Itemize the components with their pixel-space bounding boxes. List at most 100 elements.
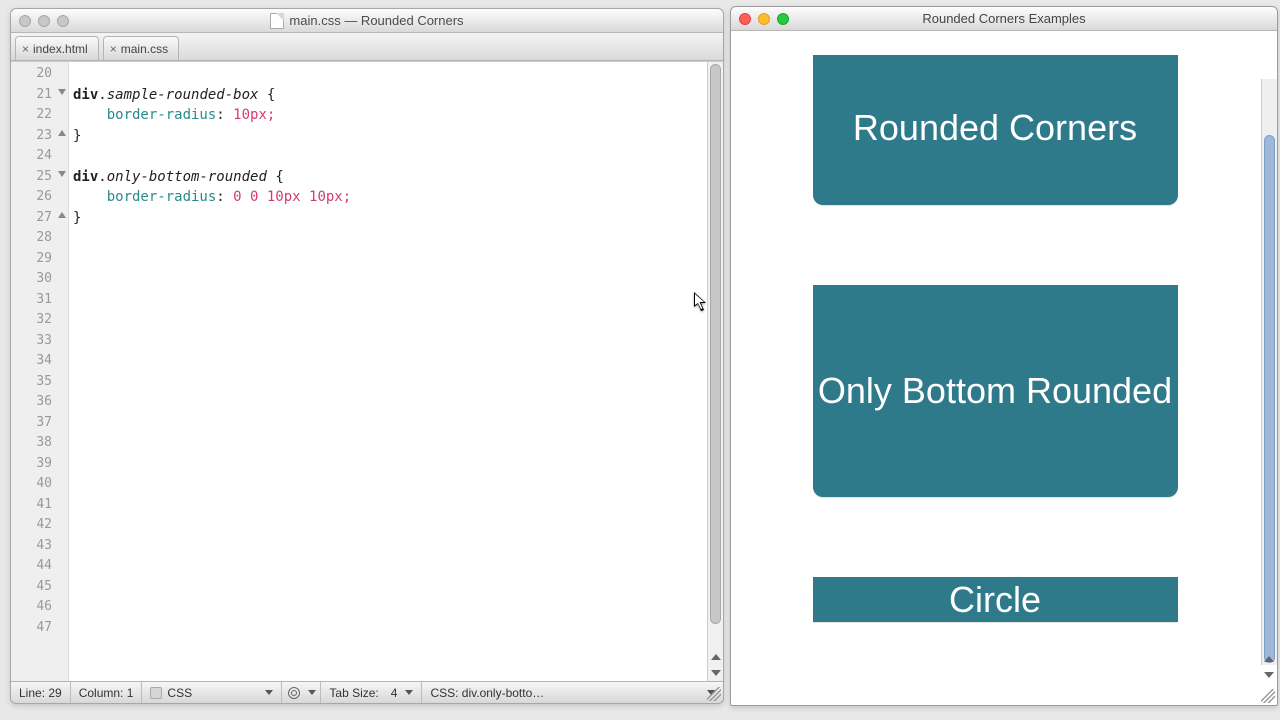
line-number: 29 — [11, 249, 68, 270]
chevron-down-icon — [265, 690, 273, 695]
code-line[interactable] — [73, 228, 719, 249]
line-number: 31 — [11, 290, 68, 311]
minimize-icon[interactable] — [38, 15, 50, 27]
example-circle: Circle — [813, 577, 1178, 622]
browser-titlebar[interactable]: Rounded Corners Examples — [731, 7, 1277, 31]
tab-label: main.css — [121, 42, 168, 56]
line-number: 27 — [11, 208, 68, 229]
chevron-down-icon — [308, 690, 316, 695]
code-line[interactable] — [73, 454, 719, 475]
code-line[interactable]: } — [73, 126, 719, 147]
line-number: 20 — [11, 64, 68, 85]
editor-title-text: main.css — Rounded Corners — [289, 13, 463, 28]
status-settings[interactable] — [282, 682, 321, 703]
zoom-icon[interactable] — [57, 15, 69, 27]
editor-scrollbar[interactable] — [707, 62, 723, 681]
close-icon[interactable]: × — [110, 42, 117, 56]
editor-titlebar[interactable]: main.css — Rounded Corners — [11, 9, 723, 33]
editor-title: main.css — Rounded Corners — [11, 13, 723, 29]
close-icon[interactable] — [19, 15, 31, 27]
line-number: 32 — [11, 310, 68, 331]
status-line: Line: 29 — [11, 682, 71, 703]
code-line[interactable] — [73, 392, 719, 413]
line-number: 46 — [11, 597, 68, 618]
code-line[interactable] — [73, 474, 719, 495]
chevron-down-icon — [405, 690, 413, 695]
code-line[interactable] — [73, 556, 719, 577]
status-scope-text: CSS: div.only-botto… — [430, 686, 544, 700]
status-tabsize-value: 4 — [391, 686, 398, 700]
code-line[interactable] — [73, 146, 719, 167]
status-column-text: Column: 1 — [79, 686, 134, 700]
code-line[interactable]: div.sample-rounded-box { — [73, 85, 719, 106]
code-line[interactable] — [73, 351, 719, 372]
code-line[interactable]: border-radius: 10px; — [73, 105, 719, 126]
code-line[interactable] — [73, 64, 719, 85]
line-number: 22 — [11, 105, 68, 126]
code-line[interactable] — [73, 413, 719, 434]
fold-marker-icon[interactable] — [58, 171, 66, 177]
code-line[interactable] — [73, 495, 719, 516]
code-line[interactable] — [73, 597, 719, 618]
line-number: 26 — [11, 187, 68, 208]
status-line-text: Line: 29 — [19, 686, 62, 700]
file-icon — [270, 13, 284, 29]
code-line[interactable] — [73, 331, 719, 352]
fold-marker-icon[interactable] — [58, 212, 66, 218]
line-number: 36 — [11, 392, 68, 413]
code-line[interactable] — [73, 290, 719, 311]
code-line[interactable] — [73, 515, 719, 536]
line-number: 39 — [11, 454, 68, 475]
code-line[interactable]: border-radius: 0 0 10px 10px; — [73, 187, 719, 208]
page-content[interactable]: Rounded Corners Only Bottom Rounded Circ… — [731, 55, 1259, 687]
line-number: 40 — [11, 474, 68, 495]
code-line[interactable] — [73, 310, 719, 331]
line-number: 45 — [11, 577, 68, 598]
code-line[interactable]: div.only-bottom-rounded { — [73, 167, 719, 188]
scroll-down-icon[interactable] — [708, 665, 723, 681]
browser-viewport: Rounded Corners Only Bottom Rounded Circ… — [731, 55, 1277, 705]
line-number: 37 — [11, 413, 68, 434]
code-line[interactable] — [73, 433, 719, 454]
code-line[interactable]: } — [73, 208, 719, 229]
tab-strip: × index.html × main.css — [11, 33, 723, 61]
example-only-bottom-rounded: Only Bottom Rounded — [813, 285, 1178, 497]
tab-index-html[interactable]: × index.html — [15, 36, 99, 60]
status-scope[interactable]: CSS: div.only-botto… — [422, 682, 723, 703]
tab-label: index.html — [33, 42, 88, 56]
code-line[interactable] — [73, 269, 719, 290]
line-number: 42 — [11, 515, 68, 536]
code-line[interactable] — [73, 372, 719, 393]
browser-scrollbar[interactable] — [1261, 79, 1277, 665]
status-tabsize[interactable]: Tab Size: 4 — [321, 682, 422, 703]
scrollbar-thumb[interactable] — [1264, 135, 1275, 663]
resize-handle-icon[interactable] — [1261, 689, 1275, 703]
example-rounded-corners: Rounded Corners — [813, 55, 1178, 205]
status-language-text: CSS — [167, 686, 192, 700]
browser-window: Rounded Corners Examples Rounded Corners… — [730, 6, 1278, 706]
tab-main-css[interactable]: × main.css — [103, 36, 179, 60]
scroll-up-icon[interactable] — [708, 649, 723, 665]
fold-marker-icon[interactable] — [58, 130, 66, 136]
code-area[interactable]: div.sample-rounded-box { border-radius: … — [69, 62, 723, 681]
line-gutter: 2021222324252627282930313233343536373839… — [11, 62, 69, 681]
fold-marker-icon[interactable] — [58, 89, 66, 95]
resize-handle-icon[interactable] — [707, 687, 721, 701]
editor-window: main.css — Rounded Corners × index.html … — [10, 8, 724, 704]
traffic-lights — [11, 15, 69, 27]
scroll-up-icon[interactable] — [1261, 651, 1277, 667]
scroll-down-icon[interactable] — [1261, 667, 1277, 683]
line-number: 25 — [11, 167, 68, 188]
line-number: 43 — [11, 536, 68, 557]
code-line[interactable] — [73, 618, 719, 639]
status-column: Column: 1 — [71, 682, 143, 703]
status-language[interactable]: CSS — [142, 682, 282, 703]
code-line[interactable] — [73, 536, 719, 557]
code-line[interactable] — [73, 249, 719, 270]
close-icon[interactable]: × — [22, 42, 29, 56]
code-line[interactable] — [73, 577, 719, 598]
status-bar: Line: 29 Column: 1 CSS Tab Size: 4 CSS: … — [11, 681, 723, 703]
browser-title: Rounded Corners Examples — [731, 11, 1277, 26]
scroll-buttons — [1261, 651, 1277, 683]
scrollbar-thumb[interactable] — [710, 64, 721, 624]
